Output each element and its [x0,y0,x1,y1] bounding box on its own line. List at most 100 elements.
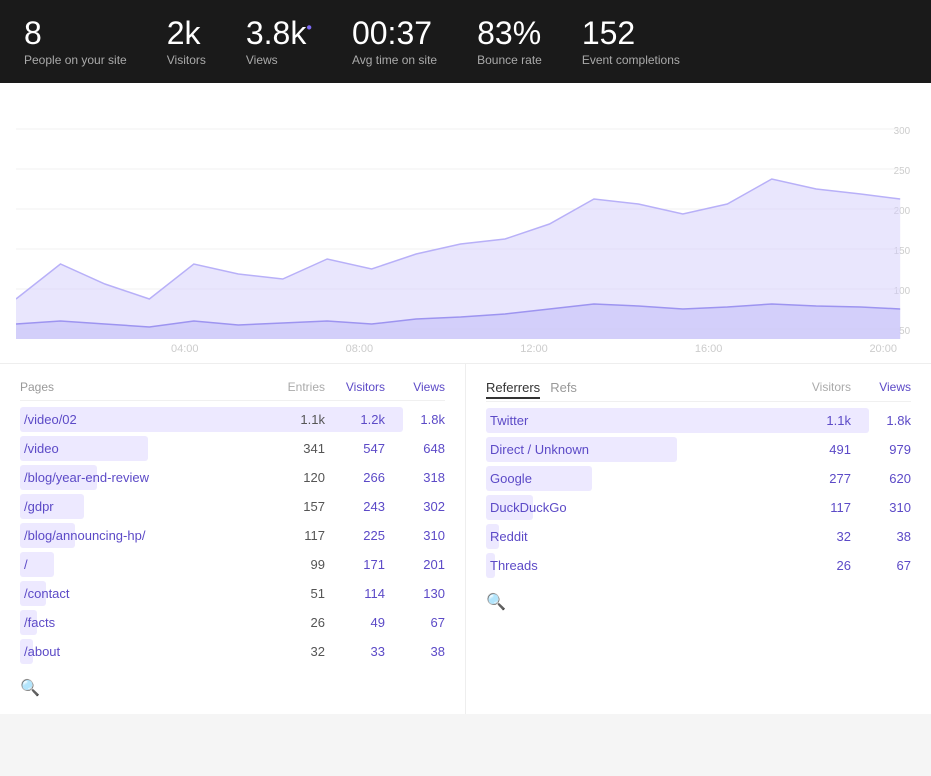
row-entries: 32 [265,644,325,659]
table-row[interactable]: Twitter1.1k1.8k [486,406,911,435]
pages-views-header: Views [385,380,445,394]
row-referrer-label: Google [486,469,791,488]
row-views: 318 [385,470,445,485]
row-entries: 51 [265,586,325,601]
row-ref-views: 67 [851,558,911,573]
table-row[interactable]: /about323338 [20,637,445,666]
ref-search[interactable]: 🔍 [486,592,911,612]
ref-rows: Twitter1.1k1.8kDirect / Unknown491979Goo… [486,406,911,580]
dot-indicator: • [306,19,312,36]
x-label-4: 16:00 [695,343,723,355]
table-row[interactable]: Reddit3238 [486,522,911,551]
stat-bounce: 83% Bounce rate [477,16,542,67]
row-referrer-label: Direct / Unknown [486,440,791,459]
table-row[interactable]: Google277620 [486,464,911,493]
referrers-section: Referrers Refs Visitors Views Twitter1.1… [466,364,931,714]
table-row[interactable]: /99171201 [20,550,445,579]
row-page-label: /video/02 [20,410,265,429]
table-row[interactable]: /blog/year-end-review120266318 [20,463,445,492]
stat-visitors: 2kVisitors [167,16,206,67]
row-page-label: /about [20,642,265,661]
referrers-tab-group: Referrers Refs [486,380,791,395]
tab-referrers[interactable]: Referrers [486,380,540,399]
row-ref-visitors: 32 [791,529,851,544]
pages-section: Pages Entries Visitors Views /video/021.… [0,364,466,714]
pages-headers: Pages Entries Visitors Views [20,380,445,401]
row-referrer-label: DuckDuckGo [486,498,791,517]
stat-label-avgtime: Avg time on site [352,53,437,67]
stat-label-events: Event completions [582,53,680,67]
stat-label-views: Views [246,53,312,67]
row-views: 648 [385,441,445,456]
row-entries: 117 [265,528,325,543]
row-visitors: 547 [325,441,385,456]
table-row[interactable]: DuckDuckGo117310 [486,493,911,522]
row-views: 1.8k [385,412,445,427]
table-row[interactable]: Threads2667 [486,551,911,580]
row-visitors: 266 [325,470,385,485]
chart-area: 50 100 150 200 250 300 04:00 08:00 12:00… [0,83,931,364]
row-referrer-label: Threads [486,556,791,575]
row-page-label: /video [20,439,265,458]
row-referrer-label: Twitter [486,411,791,430]
row-views: 310 [385,528,445,543]
table-row[interactable]: /video/021.1k1.2k1.8k [20,405,445,434]
row-visitors: 49 [325,615,385,630]
stat-value-bounce: 83% [477,16,542,51]
stat-value-events: 152 [582,16,680,51]
row-views: 38 [385,644,445,659]
stat-label-visitors: Visitors [167,53,206,67]
row-referrer-label: Reddit [486,527,791,546]
ref-visitors-header: Visitors [791,380,851,395]
stat-people: 8People on your site [24,16,127,67]
ref-views-header: Views [851,380,911,395]
table-row[interactable]: Direct / Unknown491979 [486,435,911,464]
pages-search[interactable]: 🔍 [20,678,445,698]
row-ref-views: 38 [851,529,911,544]
row-visitors: 1.2k [325,412,385,427]
row-page-label: /blog/year-end-review [20,468,265,487]
row-ref-visitors: 491 [791,442,851,457]
table-row[interactable]: /video341547648 [20,434,445,463]
row-ref-views: 979 [851,442,911,457]
pages-visitors-header: Visitors [325,380,385,394]
row-entries: 341 [265,441,325,456]
x-label-3: 12:00 [520,343,548,355]
svg-text:50: 50 [899,326,910,337]
row-page-label: /blog/announcing-hp/ [20,526,265,545]
row-ref-views: 620 [851,471,911,486]
row-entries: 99 [265,557,325,572]
row-visitors: 225 [325,528,385,543]
row-entries: 1.1k [265,412,325,427]
row-ref-visitors: 1.1k [791,413,851,428]
pages-rows: /video/021.1k1.2k1.8k/video341547648/blo… [20,405,445,666]
row-views: 201 [385,557,445,572]
table-row[interactable]: /facts264967 [20,608,445,637]
table-row[interactable]: /gdpr157243302 [20,492,445,521]
x-label-2: 08:00 [346,343,374,355]
row-ref-views: 310 [851,500,911,515]
stat-events: 152 Event completions [582,16,680,67]
stat-value-people: 8 [24,16,127,51]
row-page-label: /facts [20,613,265,632]
stat-label-bounce: Bounce rate [477,53,542,67]
row-page-label: / [20,555,265,574]
main-content: Pages Entries Visitors Views /video/021.… [0,364,931,714]
stat-avgtime: 00:37 Avg time on site [352,16,437,67]
pages-col-label: Pages [20,380,265,394]
row-page-label: /contact [20,584,265,603]
stat-value-views: 3.8k• [246,16,312,51]
row-entries: 26 [265,615,325,630]
stat-value-avgtime: 00:37 [352,16,437,51]
stats-bar: 8People on your site 2kVisitors 3.8k• Views… [0,0,931,83]
table-row[interactable]: /contact51114130 [20,579,445,608]
table-row[interactable]: /blog/announcing-hp/117225310 [20,521,445,550]
svg-text:250: 250 [894,166,911,177]
chart-container: 50 100 150 200 250 300 [16,99,915,339]
tab-refs[interactable]: Refs [550,380,577,397]
row-entries: 120 [265,470,325,485]
row-ref-views: 1.8k [851,413,911,428]
row-visitors: 243 [325,499,385,514]
stat-views: 3.8k• Views [246,16,312,67]
referrers-headers: Referrers Refs Visitors Views [486,380,911,402]
